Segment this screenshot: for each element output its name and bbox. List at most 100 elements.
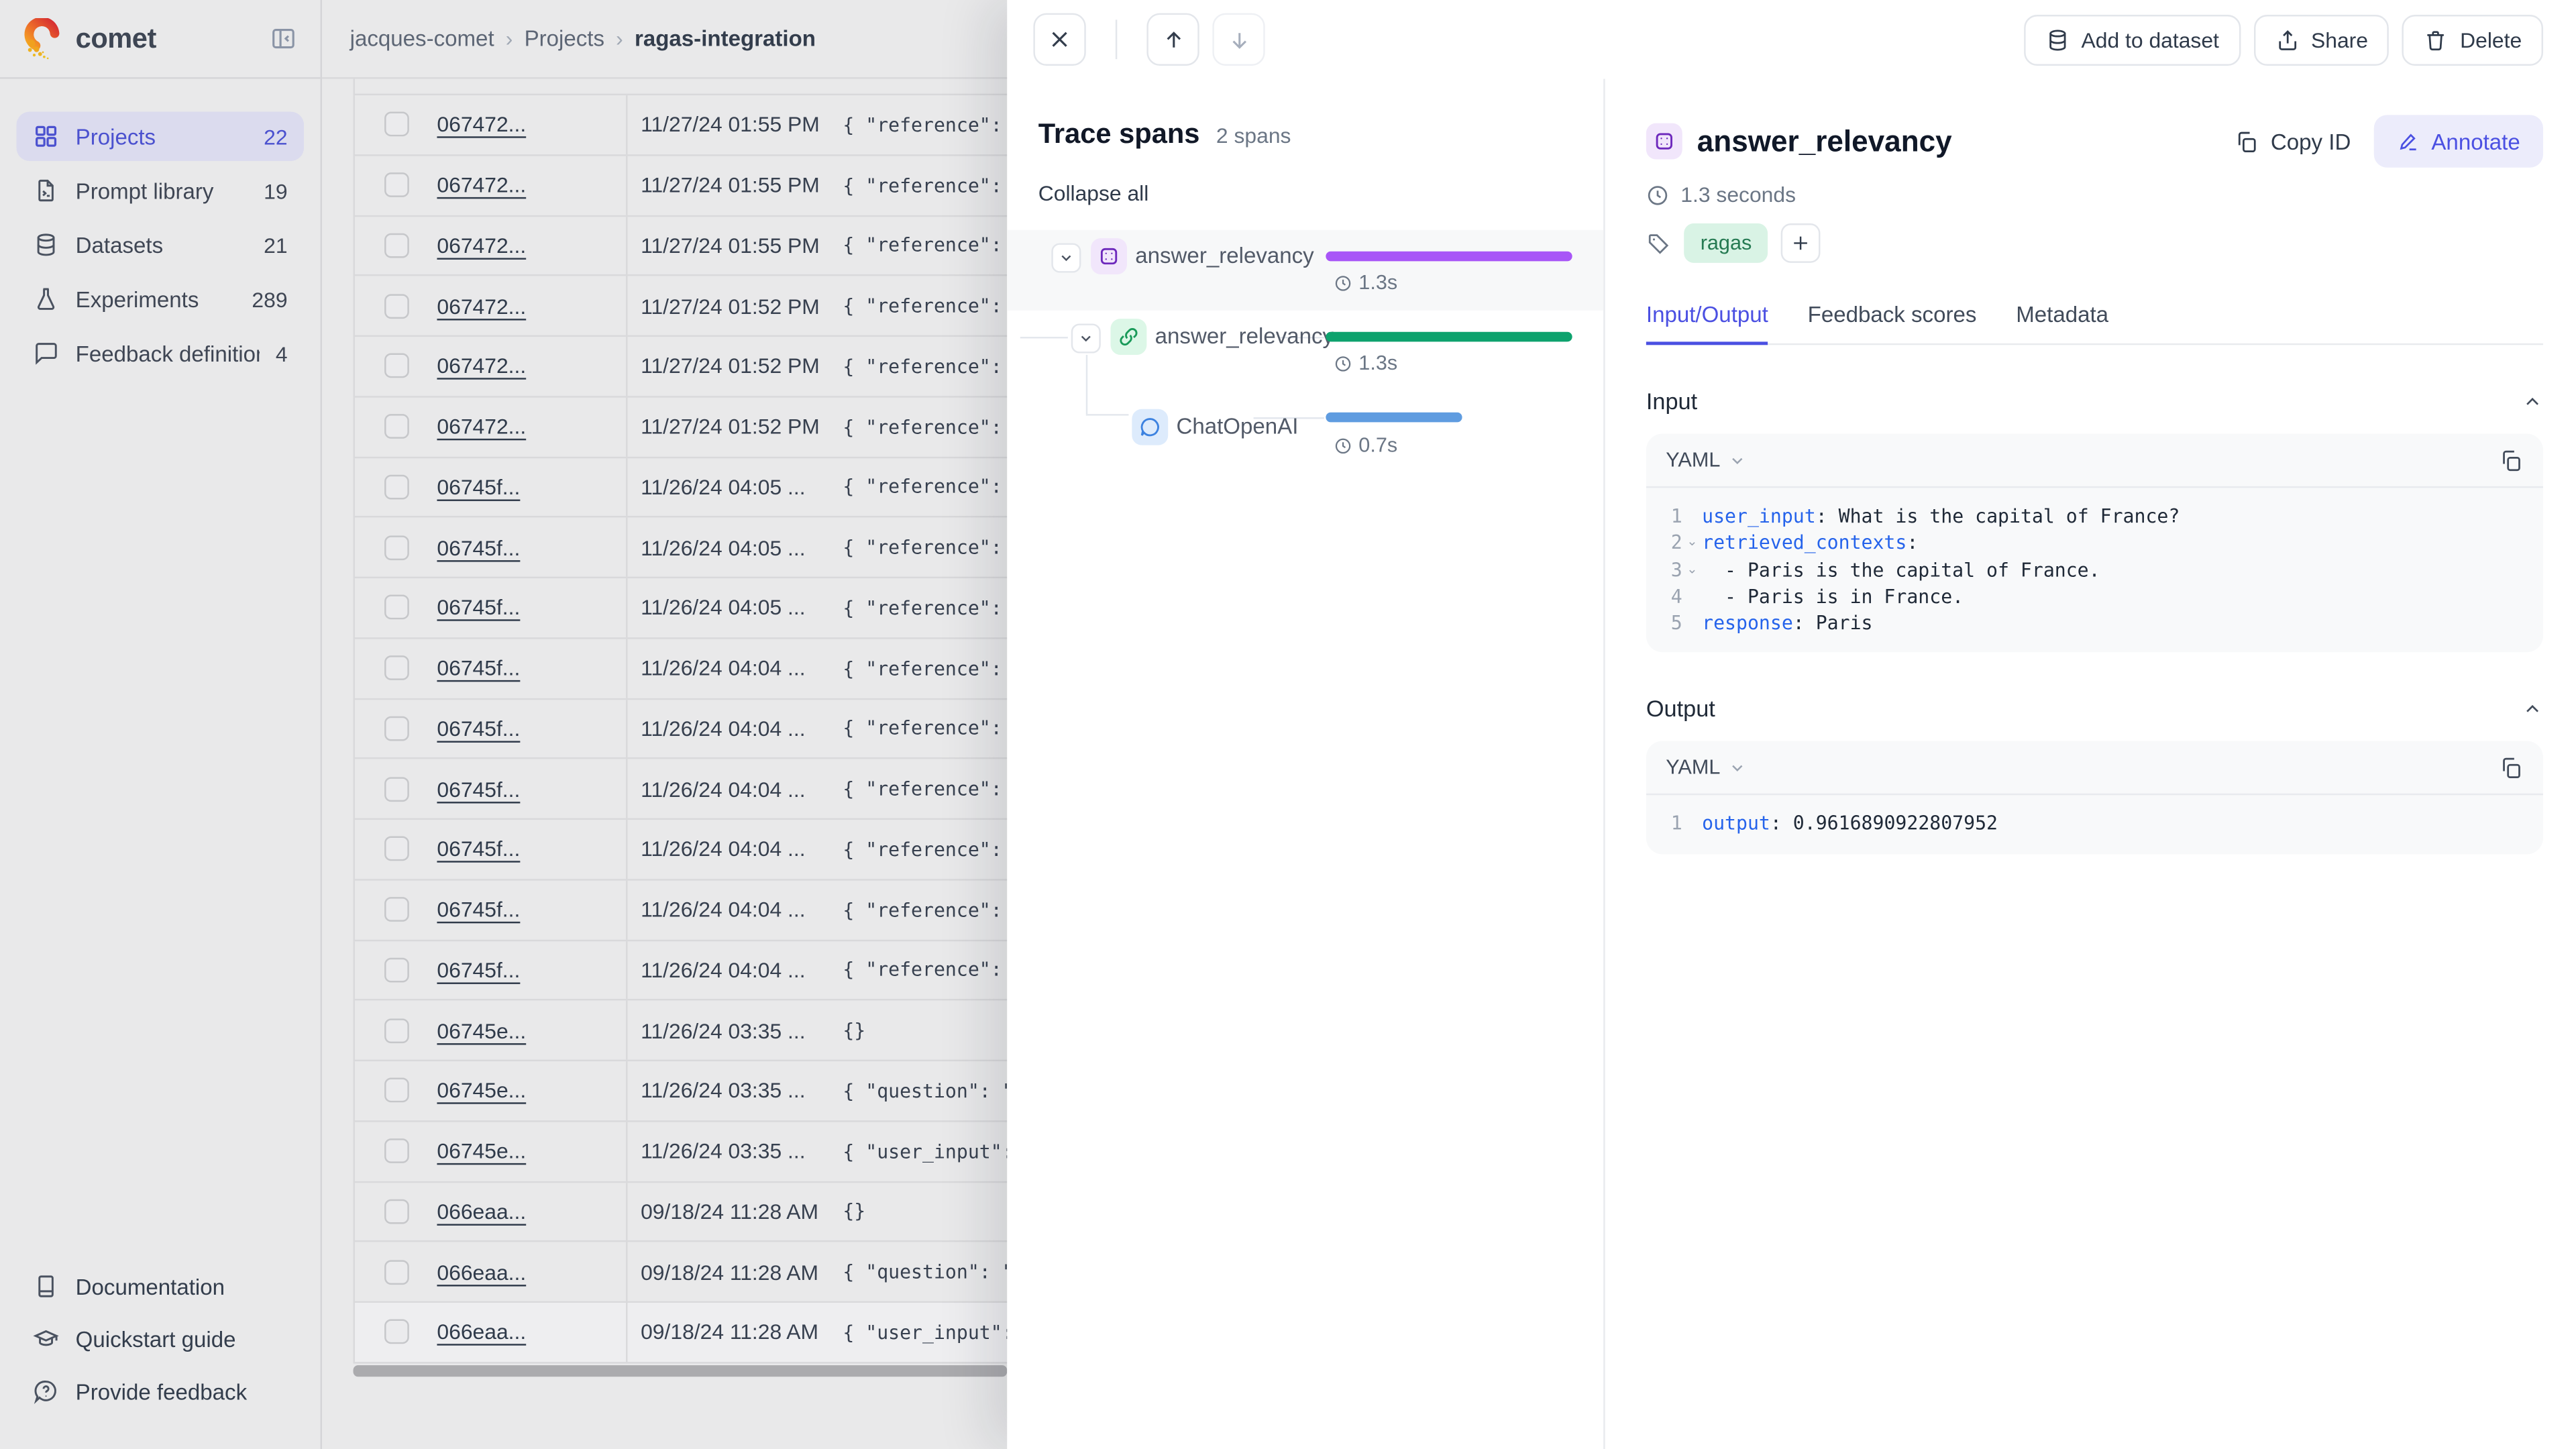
trace-id-link[interactable]: 066eaa... (437, 1259, 526, 1284)
row-checkbox[interactable] (384, 354, 409, 378)
chevron-down-icon[interactable] (1051, 243, 1081, 272)
chevron-up-icon[interactable] (2522, 390, 2543, 412)
trace-id-link[interactable]: 06745e... (437, 1078, 526, 1103)
trace-id-link[interactable]: 06745f... (437, 595, 520, 620)
close-button[interactable] (1033, 13, 1085, 66)
row-checkbox[interactable] (384, 112, 409, 137)
row-checkbox[interactable] (384, 474, 409, 499)
trace-id-link[interactable]: 067472... (437, 354, 526, 378)
table-row[interactable]: 06745e... 11/26/24 03:35 ... {} (354, 1001, 1008, 1061)
row-checkbox[interactable] (384, 837, 409, 861)
sidebar-footer-item[interactable]: Documentation (16, 1265, 304, 1308)
sidebar-item[interactable]: Feedback definitions 4 (16, 329, 304, 378)
trace-id-link[interactable]: 06745f... (437, 716, 520, 741)
table-row[interactable]: 067472... 11/27/24 01:52 PM { "reference… (354, 276, 1008, 337)
next-trace-button[interactable] (1212, 13, 1265, 66)
copy-id-button[interactable]: Copy ID (2235, 129, 2351, 154)
trace-id-link[interactable]: 066eaa... (437, 1320, 526, 1344)
table-row[interactable]: 06745f... 11/26/24 04:04 ... { "referenc… (354, 880, 1008, 941)
sidebar-item[interactable]: Experiments 289 (16, 274, 304, 323)
row-checkbox[interactable] (384, 957, 409, 982)
table-row[interactable]: 066eaa... 09/18/24 11:28 AM { "user_inpu… (354, 1303, 1008, 1363)
sidebar-collapse-icon[interactable] (270, 25, 298, 53)
sidebar-item[interactable]: Datasets 21 (16, 220, 304, 269)
table-row[interactable]: 06745e... 11/26/24 03:35 ... { "question… (354, 1061, 1008, 1122)
trace-id-link[interactable]: 067472... (437, 112, 526, 137)
collapse-all-link[interactable]: Collapse all (1038, 180, 1149, 205)
trace-id-link[interactable]: 06745f... (437, 897, 520, 922)
table-row[interactable]: 067472... 11/27/24 01:55 PM { "reference… (354, 216, 1008, 276)
sidebar-footer-item[interactable]: Quickstart guide (16, 1318, 304, 1360)
horizontal-scrollbar[interactable] (354, 1364, 1008, 1376)
row-checkbox[interactable] (384, 595, 409, 620)
table-row[interactable]: 06745f... 11/26/24 04:05 ... { "referenc… (354, 458, 1008, 518)
row-checkbox[interactable] (384, 1078, 409, 1103)
span-row-trace[interactable]: answer_relevancy 1.3s (1007, 230, 1603, 311)
prev-trace-button[interactable] (1146, 13, 1199, 66)
table-row[interactable]: 06745f... 11/26/24 04:04 ... { "referenc… (354, 699, 1008, 759)
table-row[interactable]: 06745f... 11/26/24 04:04 ... { "referenc… (354, 639, 1008, 699)
row-checkbox[interactable] (384, 535, 409, 559)
row-checkbox[interactable] (384, 655, 409, 680)
span-row-llm[interactable]: ChatOpenAI 0.7s (1007, 391, 1603, 472)
trace-id-link[interactable]: 06745f... (437, 655, 520, 680)
table-row[interactable]: 06745f... 11/26/24 04:05 ... { "referenc… (354, 518, 1008, 578)
row-checkbox[interactable] (384, 414, 409, 439)
tag-chip[interactable]: ragas (1684, 223, 1768, 263)
format-select[interactable]: YAML (1666, 449, 1746, 472)
trace-id-link[interactable]: 067472... (437, 172, 526, 197)
table-row[interactable]: 06745e... 11/26/24 03:35 ... { "user_inp… (354, 1122, 1008, 1182)
row-checkbox[interactable] (384, 293, 409, 318)
row-checkbox[interactable] (384, 172, 409, 197)
breadcrumb-workspace[interactable]: jacques-comet (350, 26, 494, 51)
table-row[interactable]: 06745f... 11/26/24 04:04 ... { "referenc… (354, 759, 1008, 820)
detail-tab[interactable]: Input/Output (1646, 303, 1768, 345)
chevron-down-icon[interactable] (1071, 323, 1101, 353)
delete-button[interactable]: Delete (2402, 14, 2543, 65)
breadcrumb-section[interactable]: Projects (525, 26, 604, 51)
row-checkbox[interactable] (384, 1320, 409, 1344)
trace-id-link[interactable]: 066eaa... (437, 1199, 526, 1224)
detail-tab[interactable]: Metadata (2016, 303, 2108, 345)
row-checkbox[interactable] (384, 897, 409, 922)
copy-icon[interactable] (2499, 755, 2524, 780)
detail-tab[interactable]: Feedback scores (1808, 303, 1977, 345)
add-to-dataset-button[interactable]: Add to dataset (2024, 14, 2241, 65)
trace-id-link[interactable]: 067472... (437, 293, 526, 318)
trace-id-link[interactable]: 06745f... (437, 474, 520, 499)
sidebar-item[interactable]: Prompt library 19 (16, 166, 304, 215)
row-checkbox[interactable] (384, 1199, 409, 1224)
fold-caret-icon[interactable]: ⌄ (1682, 529, 1702, 556)
sidebar-footer-item[interactable]: Provide feedback (16, 1370, 304, 1413)
trace-id-link[interactable]: 06745f... (437, 776, 520, 801)
table-row[interactable]: 067472... 11/27/24 01:52 PM { "reference… (354, 397, 1008, 458)
trace-id-link[interactable]: 06745f... (437, 535, 520, 559)
fold-caret-icon[interactable]: ⌄ (1682, 556, 1702, 583)
chevron-up-icon[interactable] (2522, 698, 2543, 720)
trace-id-link[interactable]: 06745e... (437, 1138, 526, 1163)
trace-id-link[interactable]: 06745f... (437, 957, 520, 982)
table-row[interactable]: 067472... 11/27/24 01:52 PM { "reference… (354, 337, 1008, 397)
table-row[interactable]: 06745f... 11/26/24 04:04 ... { "referenc… (354, 941, 1008, 1001)
annotate-button[interactable]: Annotate (2374, 115, 2543, 167)
format-select[interactable]: YAML (1666, 757, 1746, 780)
trace-id-link[interactable]: 06745e... (437, 1018, 526, 1042)
table-row[interactable]: 067472... 11/27/24 01:55 PM { "reference… (354, 156, 1008, 216)
trace-id-link[interactable]: 06745f... (437, 837, 520, 861)
table-row[interactable]: 06745f... 11/26/24 04:05 ... { "referenc… (354, 578, 1008, 639)
table-row[interactable]: 06745f... 11/26/24 04:04 ... { "referenc… (354, 820, 1008, 880)
table-row[interactable]: 067472... 11/27/24 01:55 PM { "reference… (354, 95, 1008, 156)
table-row[interactable]: 066eaa... 09/18/24 11:28 AM { "question"… (354, 1242, 1008, 1303)
sidebar-item[interactable]: Projects 22 (16, 112, 304, 161)
row-checkbox[interactable] (384, 1259, 409, 1284)
share-button[interactable]: Share (2253, 14, 2390, 65)
row-checkbox[interactable] (384, 233, 409, 258)
trace-id-link[interactable]: 067472... (437, 233, 526, 258)
row-checkbox[interactable] (384, 1018, 409, 1042)
row-checkbox[interactable] (384, 1138, 409, 1163)
row-checkbox[interactable] (384, 776, 409, 801)
copy-icon[interactable] (2499, 447, 2524, 472)
add-tag-button[interactable] (1781, 223, 1821, 263)
table-row[interactable]: 066eaa... 09/18/24 11:28 AM {} (354, 1182, 1008, 1242)
span-row-chain[interactable]: answer_relevancy 1.3s (1007, 311, 1603, 391)
